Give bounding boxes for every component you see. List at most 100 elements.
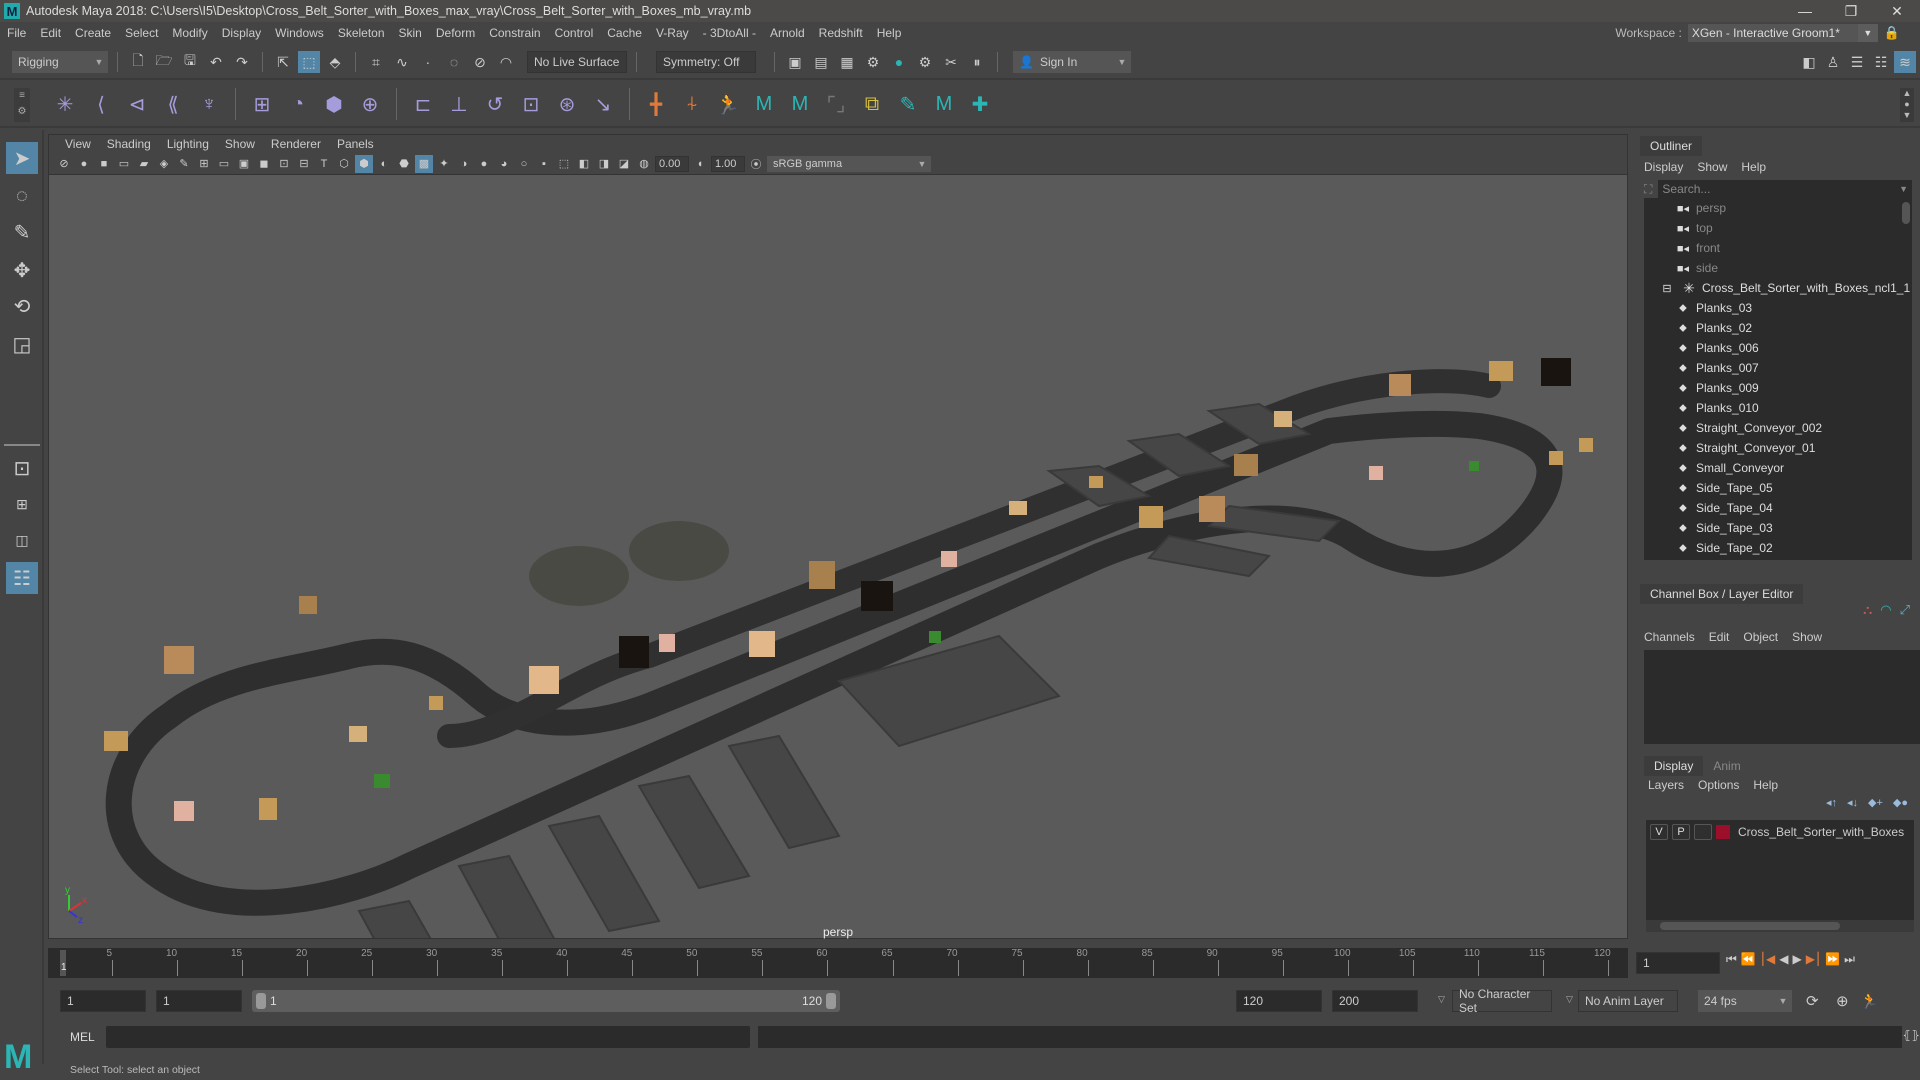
render-view-icon[interactable]: ▣ [784, 51, 806, 73]
default-material-icon[interactable]: ◐ [375, 155, 393, 173]
light-editor-icon[interactable]: ✂ [940, 51, 962, 73]
wireframe-icon[interactable]: ⬡ [335, 155, 353, 173]
character-set-field[interactable]: No Character Set [1452, 987, 1552, 1015]
animation-end-field[interactable]: 200 [1332, 990, 1418, 1012]
outliner-item[interactable]: ⬥ Side_Tape_03 [1644, 518, 1912, 538]
paint-weights-icon[interactable]: ◔ [283, 89, 313, 119]
layer-display-type-toggle[interactable] [1694, 824, 1712, 840]
aim-constraint-icon[interactable]: ⊛ [552, 89, 582, 119]
tool-settings-icon[interactable]: ☷ [1870, 51, 1892, 73]
range-slider[interactable]: 1 120 [252, 990, 840, 1012]
wrap-icon[interactable]: ⊕ [355, 89, 385, 119]
step-back-frame-icon[interactable]: ⎮◀ [1760, 952, 1775, 967]
channel-box-tab[interactable]: Channel Box / Layer Editor [1640, 584, 1804, 604]
camera-attributes-icon[interactable]: ● [75, 155, 93, 173]
color-management-toggle-icon[interactable]: ⦿ [747, 155, 765, 173]
layer-color-swatch[interactable] [1716, 825, 1730, 839]
hyperbolic-icon[interactable]: ⤢ [1900, 602, 1910, 618]
go-to-start-icon[interactable]: ⏮ [1726, 952, 1737, 967]
ik-spline-icon[interactable]: ⊲ [122, 89, 152, 119]
collapse-icon[interactable]: ⊟ [1658, 282, 1676, 295]
menu-control[interactable]: Control [548, 26, 601, 40]
outliner-item[interactable]: ⬥ Side_Tape_05 [1644, 478, 1912, 498]
mash-network-icon[interactable]: M [749, 89, 779, 119]
menu-edit[interactable]: Edit [33, 26, 68, 40]
outliner-item[interactable]: ⬥ Side_Tape_04 [1644, 498, 1912, 518]
menu-skeleton[interactable]: Skeleton [331, 26, 392, 40]
step-forward-key-icon[interactable]: ⏩ [1825, 952, 1840, 967]
hypershade-icon[interactable]: ● [888, 51, 910, 73]
ik-handle-icon[interactable]: ⟨ [86, 89, 116, 119]
wireframe-on-shaded-icon[interactable]: ⬣ [395, 155, 413, 173]
outliner-layout-icon[interactable]: ☷ [6, 562, 38, 594]
image-plane-icon[interactable]: ▭ [115, 155, 133, 173]
outliner-menu-help[interactable]: Help [1741, 160, 1766, 174]
move-layer-up-icon[interactable]: ◂↑ [1826, 796, 1837, 809]
outliner-item[interactable]: ⬥ Planks_006 [1644, 338, 1912, 358]
point-constraint-icon[interactable]: ⊥ [444, 89, 474, 119]
safe-action-icon[interactable]: ⊟ [295, 155, 313, 173]
layer-playback-toggle[interactable]: P [1672, 824, 1690, 840]
quick-rig-icon[interactable]: ✎ [893, 89, 923, 119]
viewport-menu-shading[interactable]: Shading [99, 137, 159, 151]
menu-skin[interactable]: Skin [392, 26, 429, 40]
joint-tool-icon[interactable]: ✳ [50, 89, 80, 119]
menuset-dropdown[interactable]: Rigging ▼ [12, 51, 108, 73]
outliner-item[interactable]: ⬥ Small_Conveyor [1644, 458, 1912, 478]
filter-icon[interactable]: ⛶ [1644, 182, 1652, 197]
skin-bind-icon[interactable]: ⊞ [247, 89, 277, 119]
mash-dynamics-icon[interactable]: M [929, 89, 959, 119]
menu-cache[interactable]: Cache [600, 26, 649, 40]
redo-icon[interactable]: ↷ [231, 51, 253, 73]
playback-end-field[interactable]: 120 [1236, 990, 1322, 1012]
new-empty-layer-icon[interactable]: ◆+ [1868, 796, 1883, 809]
select-hierarchy-icon[interactable]: ⇱ [272, 51, 294, 73]
menu-arnold[interactable]: Arnold [763, 26, 812, 40]
play-backward-icon[interactable]: ◀ [1779, 952, 1788, 967]
view-transform-dropdown[interactable]: sRGB gamma ▼ [767, 155, 931, 172]
live-surface-field[interactable]: No Live Surface [527, 51, 627, 73]
rotate-tool-icon[interactable]: ⟲ [6, 290, 38, 322]
outliner-item[interactable]: ⬥ Side_Tape_02 [1644, 538, 1912, 558]
gamma-field[interactable]: 1.00 [711, 155, 745, 172]
outliner-item[interactable]: ■◂ side [1644, 258, 1912, 278]
channel-menu-show[interactable]: Show [1792, 630, 1822, 644]
snap-view-plane-icon[interactable]: ⊘ [469, 51, 491, 73]
step-forward-frame-icon[interactable]: ▶⎮ [1806, 952, 1821, 967]
depth-of-field-icon[interactable]: ▪ [535, 155, 553, 173]
layer-menu-options[interactable]: Options [1698, 778, 1739, 792]
snap-point-icon[interactable]: ∙ [417, 51, 439, 73]
humanik-icon[interactable]: ♆ [194, 89, 224, 119]
use-all-lights-icon[interactable]: ✦ [435, 155, 453, 173]
anim-layer-field[interactable]: No Anim Layer [1578, 990, 1678, 1012]
step-back-key-icon[interactable]: ⏪ [1741, 952, 1756, 967]
layer-menu-help[interactable]: Help [1753, 778, 1778, 792]
bookmarks-icon[interactable]: ■ [95, 155, 113, 173]
layer-menu-layers[interactable]: Layers [1648, 778, 1684, 792]
outliner-menu-display[interactable]: Display [1644, 160, 1683, 174]
scale-tool-icon[interactable]: ◲ [6, 328, 38, 360]
close-button[interactable]: ✕ [1874, 0, 1920, 22]
lasso-tool-icon[interactable]: ◌ [6, 180, 38, 212]
menu-file[interactable]: File [0, 26, 33, 40]
snap-curve-icon[interactable]: ∿ [391, 51, 413, 73]
new-scene-icon[interactable]: 🗋 [127, 51, 149, 73]
menu-redshift[interactable]: Redshift [812, 26, 870, 40]
textured-icon[interactable]: ▩ [415, 154, 433, 173]
move-tool-icon[interactable]: ✥ [6, 254, 38, 286]
snap-projected-center-icon[interactable]: ◌ [443, 51, 465, 73]
menu-windows[interactable]: Windows [268, 26, 331, 40]
outliner-item[interactable]: ■◂ persp [1644, 198, 1912, 218]
script-editor-icon[interactable]: ⦃⦄ [1902, 1028, 1920, 1042]
viewport-menu-panels[interactable]: Panels [329, 137, 382, 151]
select-camera-icon[interactable]: ⊘ [55, 155, 73, 173]
channel-box-icon[interactable]: ≋ [1894, 51, 1916, 73]
persp-outliner-layout-icon[interactable]: ◫ [6, 524, 38, 556]
channel-list[interactable] [1644, 650, 1920, 744]
isolate-select-icon[interactable]: ⬚ [555, 155, 573, 173]
cluster-icon[interactable]: ⍭ [677, 89, 707, 119]
outliner-item[interactable]: ⬥ Planks_03 [1644, 298, 1912, 318]
outliner-tab[interactable]: Outliner [1640, 136, 1703, 156]
snap-grid-icon[interactable]: ⌗ [365, 51, 387, 73]
lock-icon[interactable]: 🔒 [1884, 25, 1900, 41]
